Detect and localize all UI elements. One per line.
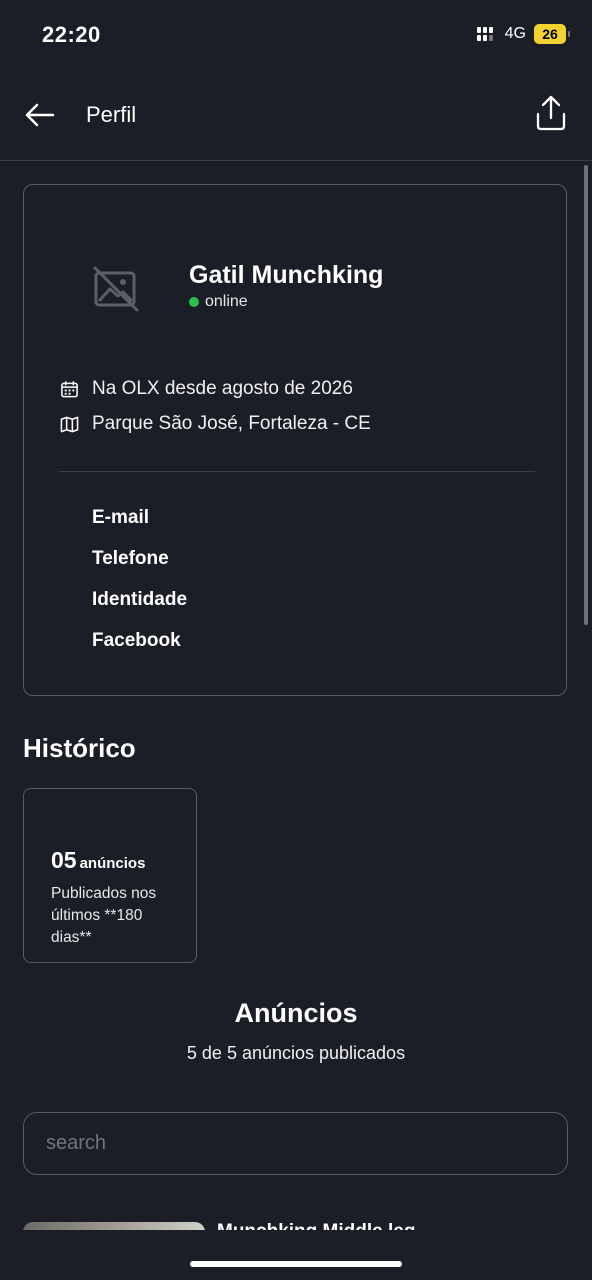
ad-list-item[interactable]: Munchking Middle leg [0, 1210, 592, 1230]
history-title: Histórico [23, 733, 136, 763]
share-icon [536, 95, 566, 131]
location-row: Parque São José, Fortaleza - CE [60, 413, 371, 435]
online-status: online [189, 293, 248, 311]
divider [59, 471, 535, 472]
calendar-icon [61, 380, 78, 397]
history-card: 05 anúncios Publicados nos últimos **180 … [23, 788, 197, 963]
history-count: 05 anúncios [51, 847, 145, 874]
arrow-left-icon [25, 103, 55, 127]
signal-icon [476, 27, 497, 41]
app-bar: Perfil [0, 70, 592, 161]
verification-identity: Identidade [92, 589, 188, 610]
online-dot-icon [189, 297, 199, 307]
verification-email: E-mail [92, 507, 150, 528]
verification-facebook: Facebook [92, 630, 181, 651]
search-input[interactable] [23, 1112, 568, 1175]
scrollbar[interactable] [584, 165, 588, 625]
ad-title[interactable]: Munchking Middle leg [217, 1221, 415, 1230]
location-text: Parque São José, Fortaleza - CE [92, 413, 371, 434]
history-description: Publicados nos últimos **180 dias** [51, 885, 157, 946]
profile-screen: 22:20 4G 26 Perfil Gatil Munchking onlin… [0, 0, 592, 1280]
ads-title: Anúncios [234, 998, 358, 1028]
ads-count: 5 de 5 anúncios publicados [186, 1043, 406, 1063]
back-button[interactable] [22, 97, 58, 133]
image-placeholder-icon [93, 266, 139, 312]
page-title: Perfil [86, 102, 137, 127]
scrollbar-thumb[interactable] [584, 165, 588, 625]
home-indicator[interactable] [190, 1261, 402, 1267]
status-bar: 22:20 4G 26 [0, 0, 592, 70]
ad-thumbnail[interactable] [23, 1222, 205, 1230]
verification-phone: Telefone [92, 548, 169, 569]
online-status-label: online [205, 293, 248, 310]
network-type: 4G [504, 25, 526, 42]
history-count-unit: anúncios [79, 855, 146, 872]
member-since-text: Na OLX desde agosto de 2026 [92, 378, 353, 399]
share-button[interactable] [534, 94, 568, 132]
map-icon [60, 416, 79, 432]
member-since-row: Na OLX desde agosto de 2026 [60, 378, 353, 400]
profile-name: Gatil Munchking [189, 261, 384, 289]
battery-icon: 26 [534, 24, 570, 44]
history-count-number: 05 [51, 847, 77, 873]
status-indicators: 4G 26 [476, 24, 570, 44]
status-time: 22:20 [42, 22, 101, 47]
profile-card: Gatil Munchking online Na OLX desde agos… [23, 184, 567, 696]
